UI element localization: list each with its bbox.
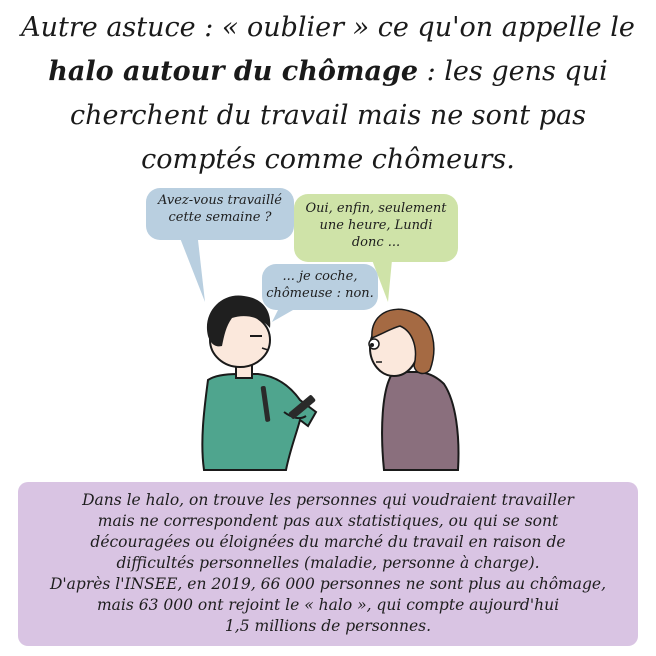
- respondent-figure: [368, 308, 460, 471]
- bubble-line: Oui, enfin, seulement: [305, 201, 447, 216]
- headline-line-4: comptés comme chômeurs.: [141, 144, 515, 175]
- bubble-line: chômeuse : non.: [266, 286, 374, 301]
- bubble-line: ... je coche,: [282, 269, 358, 284]
- caption-box: Dans le halo, on trouve les personnes qu…: [18, 482, 638, 646]
- speech-bubble-interviewer: Avez-vous travaillé cette semaine ?: [146, 188, 294, 240]
- caption-line: 1,5 millions de personnes.: [224, 617, 432, 635]
- headline: Autre astuce : « oublier » ce qu'on appe…: [0, 6, 656, 182]
- speech-bubble-respondent: Oui, enfin, seulement une heure, Lundi d…: [294, 194, 458, 262]
- bubble-line: donc ...: [351, 235, 401, 250]
- caption-line: D'après l'INSEE, en 2019, 66 000 personn…: [49, 575, 607, 593]
- caption-line: mais ne correspondent pas aux statistiqu…: [97, 512, 559, 530]
- headline-line-3: cherchent du travail mais ne sont pas: [70, 100, 586, 131]
- interviewer-shirt: [201, 373, 318, 471]
- caption-line: difficultés personnelles (maladie, perso…: [116, 554, 540, 572]
- bubble-line: une heure, Lundi: [319, 218, 433, 233]
- bubble-line: cette semaine ?: [168, 210, 272, 225]
- bubble-tail-interviewer: [180, 238, 205, 302]
- respondent-sweater: [381, 371, 460, 471]
- headline-bold-term: halo autour du chômage: [48, 56, 419, 87]
- caption-line: mais 63 000 ont rejoint le « halo », qui…: [96, 596, 560, 614]
- interviewer-figure: [201, 295, 318, 471]
- bubble-line: Avez-vous travaillé: [158, 193, 282, 208]
- headline-line-2-rest: : les gens qui: [418, 56, 608, 87]
- caption-line: Dans le halo, on trouve les personnes qu…: [82, 491, 574, 509]
- caption-line: découragées ou éloignées du marché du tr…: [90, 533, 566, 551]
- comic-scene: Avez-vous travaillé cette semaine ? Oui,…: [0, 180, 656, 480]
- headline-line-1: Autre astuce : « oublier » ce qu'on appe…: [21, 12, 635, 43]
- speech-bubble-interviewer-reply: ... je coche, chômeuse : non.: [262, 264, 378, 310]
- headline-line-2: halo autour du chômage : les gens qui: [0, 50, 656, 94]
